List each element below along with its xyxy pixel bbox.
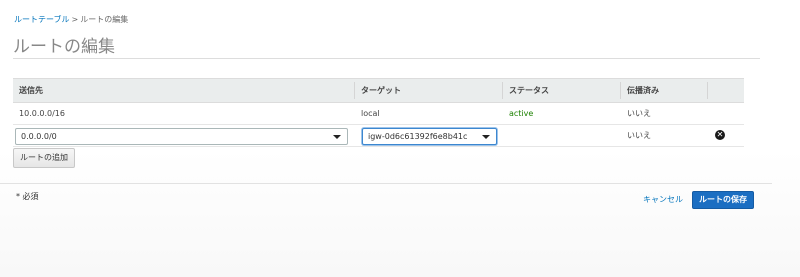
cancel-button[interactable]: キャンセル bbox=[643, 193, 683, 207]
breadcrumb-separator: > bbox=[71, 15, 79, 24]
row-status: active bbox=[509, 109, 534, 118]
row-propagated: いいえ bbox=[627, 109, 651, 118]
add-route-button[interactable]: ルートの追加 bbox=[13, 148, 75, 168]
chevron-down-icon bbox=[333, 135, 341, 139]
chevron-down-icon bbox=[482, 135, 490, 139]
required-note: * 必須 bbox=[16, 192, 39, 201]
save-routes-button[interactable]: ルートの保存 bbox=[692, 191, 754, 209]
remove-route-icon[interactable]: ✕ bbox=[715, 130, 725, 140]
column-divider bbox=[707, 82, 708, 99]
edit-routes-page: ルートテーブル > ルートの編集 ルートの編集 送信先 ターゲット ステータス 伝播… bbox=[0, 0, 800, 277]
page-background bbox=[0, 150, 800, 277]
target-select[interactable]: igw-0d6c61392f6e8b41c bbox=[362, 128, 497, 145]
title-divider bbox=[13, 58, 760, 59]
header-target: ターゲット bbox=[361, 86, 401, 95]
footer-divider bbox=[0, 183, 772, 184]
breadcrumb: ルートテーブル > ルートの編集 bbox=[14, 14, 128, 26]
breadcrumb-route-tables-link[interactable]: ルートテーブル bbox=[14, 15, 70, 24]
table-header: 送信先 ターゲット ステータス 伝播済み bbox=[13, 78, 744, 103]
table-row: 10.0.0.0/16 local active いいえ bbox=[13, 103, 744, 125]
destination-select-value: 0.0.0.0/0 bbox=[21, 132, 57, 141]
header-destination: 送信先 bbox=[19, 86, 43, 95]
editable-route-row: 0.0.0.0/0 igw-0d6c61392f6e8b41c いいえ ✕ bbox=[13, 125, 744, 147]
row-target: local bbox=[361, 109, 380, 118]
header-propagated: 伝播済み bbox=[627, 86, 659, 95]
routes-table: 送信先 ターゲット ステータス 伝播済み 10.0.0.0/16 local a… bbox=[13, 78, 744, 147]
row-destination: 10.0.0.0/16 bbox=[19, 109, 65, 118]
page-title: ルートの編集 bbox=[13, 37, 115, 57]
destination-select[interactable]: 0.0.0.0/0 bbox=[15, 128, 348, 145]
target-select-value: igw-0d6c61392f6e8b41c bbox=[368, 132, 468, 141]
edit-row-propagated: いいえ bbox=[627, 131, 651, 140]
header-status: ステータス bbox=[509, 86, 549, 95]
breadcrumb-current: ルートの編集 bbox=[80, 15, 129, 24]
